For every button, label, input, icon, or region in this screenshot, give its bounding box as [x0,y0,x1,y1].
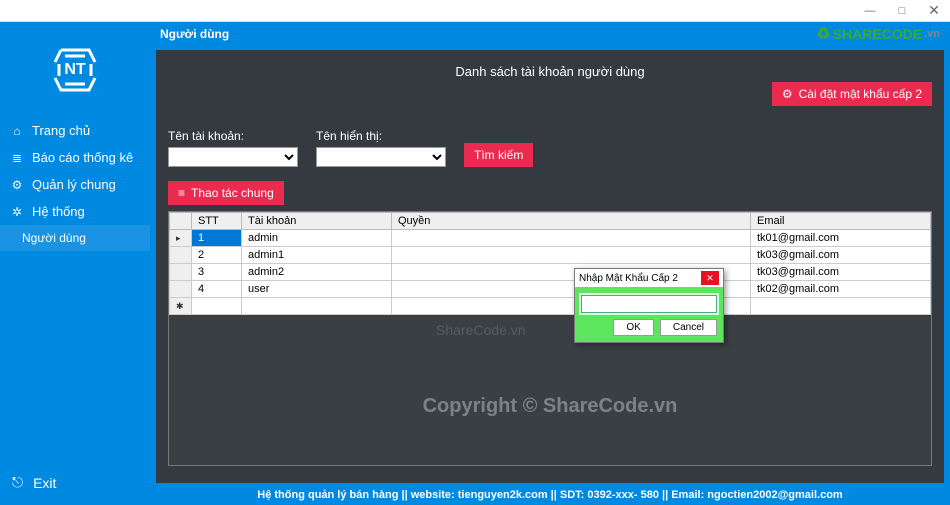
table-new-row[interactable] [170,298,931,315]
exit-icon: ⎋ [12,474,23,491]
password-modal: Nhập Mật Khẩu Cấp 2 ✕ OK Cancel [574,268,724,343]
table-row[interactable]: 3 admin2 tk03@gmail.com [170,264,931,281]
modal-close-button[interactable]: ✕ [701,271,719,285]
menu-icon: ≡ [178,186,185,200]
search-button[interactable]: Tìm kiếm [464,143,533,167]
gear-icon: ⚙ [782,87,793,101]
nav-label: Báo cáo thống kê [32,150,133,165]
users-table[interactable]: STT Tài khoản Quyền Email 1 admin tk01 [168,211,932,466]
sidebar: NT ⌂ Trang chủ ≣ Báo cáo thống kê ⚙ Quản… [0,22,150,505]
nav-reports[interactable]: ≣ Báo cáo thống kê [0,144,150,171]
config-password-button[interactable]: ⚙ Cài đặt mật khẩu cấp 2 [772,82,932,106]
list-icon: ≣ [10,151,24,165]
exit-label: Exit [33,475,56,491]
grid-icon: ⚙ [10,178,24,192]
nav-users[interactable]: Người dùng [0,225,150,251]
col-account[interactable]: Tài khoản [242,213,392,230]
table-row[interactable]: 2 admin1 tk03@gmail.com [170,247,931,264]
exit-button[interactable]: ⎋ Exit [0,464,150,505]
recycle-icon: ♻ [816,24,830,44]
batch-action-button[interactable]: ≡ Thao tác chung [168,181,284,205]
modal-ok-button[interactable]: OK [613,319,653,336]
footer-bar: Hệ thống quản lý bán hàng || website: ti… [150,485,950,505]
window-close-button[interactable]: ✕ [918,2,950,19]
nav-home[interactable]: ⌂ Trang chủ [0,117,150,144]
nav-label: Quản lý chung [32,177,116,192]
app-logo: NT [0,22,150,117]
nav-manage[interactable]: ⚙ Quản lý chung [0,171,150,198]
row-selector-icon[interactable] [170,230,192,247]
minimize-button[interactable]: — [854,5,886,17]
nav-label: Hệ thống [32,204,85,219]
new-row-icon[interactable] [170,298,192,315]
display-filter-label: Tên hiển thị: [316,129,446,143]
col-role[interactable]: Quyền [392,213,751,230]
modal-cancel-button[interactable]: Cancel [660,319,717,336]
modal-titlebar[interactable]: Nhập Mật Khẩu Cấp 2 ✕ [575,269,723,287]
panel-title: Danh sách tài khoản người dùng [168,60,932,81]
home-icon: ⌂ [10,124,24,138]
gear-icon: ✲ [10,205,24,219]
nav-system[interactable]: ✲ Hệ thống [0,198,150,225]
nav-label: Người dùng [22,231,86,245]
window-titlebar: — □ ✕ [0,0,950,22]
main-panel: Danh sách tài khoản người dùng ⚙ Cài đặt… [156,50,944,483]
filter-row: Tên tài khoản: Tên hiển thị: Tìm kiếm [168,129,932,167]
nav-menu: ⌂ Trang chủ ≣ Báo cáo thống kê ⚙ Quản lý… [0,117,150,251]
modal-title-text: Nhập Mật Khẩu Cấp 2 [579,273,678,284]
account-filter-select[interactable] [168,147,298,167]
display-filter-select[interactable] [316,147,446,167]
table-row[interactable]: 4 user tk02@gmail.com [170,281,931,298]
sharecode-logo: ♻ SHARECODE.vn [816,24,940,44]
maximize-button[interactable]: □ [886,5,918,17]
table-row[interactable]: 1 admin tk01@gmail.com [170,230,931,247]
col-email[interactable]: Email [751,213,931,230]
content-area: Người dùng Danh sách tài khoản người dùn… [150,22,950,505]
password-input[interactable] [581,295,717,313]
page-title: Người dùng [160,27,229,41]
col-stt[interactable]: STT [192,213,242,230]
table-empty-area [169,315,931,465]
nav-label: Trang chủ [32,123,90,138]
account-filter-label: Tên tài khoản: [168,129,298,143]
